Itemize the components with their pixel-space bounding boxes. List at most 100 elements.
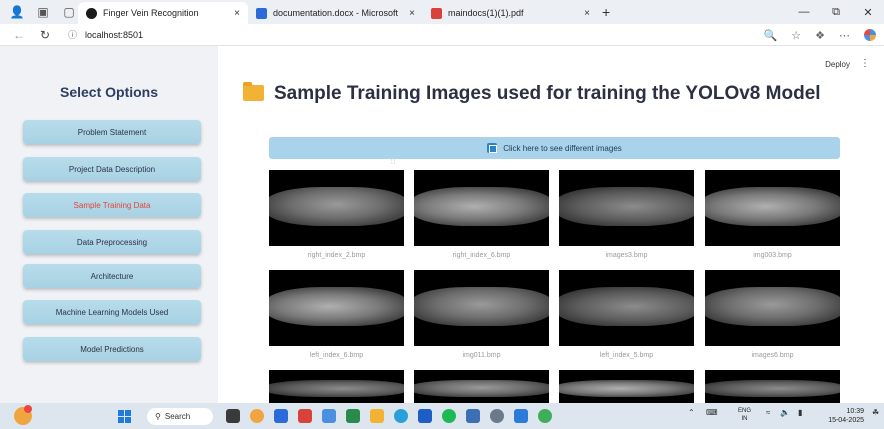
volume-icon[interactable]: 🔈 xyxy=(780,408,790,417)
image-caption: img011.bmp xyxy=(462,352,501,359)
sidebar-item-project-data-description[interactable]: Project Data Description xyxy=(23,157,201,181)
training-image xyxy=(705,270,840,346)
sidebar-item-model-predictions[interactable]: Model Predictions xyxy=(23,337,201,361)
deploy-button[interactable]: Deploy xyxy=(825,60,850,69)
page-title: Sample Training Images used for training… xyxy=(274,83,821,104)
training-image xyxy=(705,370,840,403)
finger-vein-image xyxy=(559,286,694,327)
sidebar-item-data-preprocessing[interactable]: Data Preprocessing xyxy=(23,230,201,254)
notification-badge xyxy=(24,405,32,413)
task-view-icon[interactable] xyxy=(226,409,240,423)
finger-vein-image xyxy=(269,286,404,327)
finger-vein-image xyxy=(414,379,549,398)
image-icon xyxy=(487,143,498,153)
tab-actions-icon[interactable]: ▢ xyxy=(60,3,78,21)
new-tab-button[interactable]: + xyxy=(602,4,610,20)
url-field[interactable]: ⓘ localhost:8501 xyxy=(64,26,764,43)
app-icon[interactable] xyxy=(346,409,360,423)
file-explorer-icon[interactable] xyxy=(370,409,384,423)
see-images-expander[interactable]: Click here to see different images xyxy=(269,137,840,159)
image-caption: left_index_6.bmp xyxy=(309,352,364,359)
finger-vein-image xyxy=(269,379,404,398)
workspaces-icon[interactable]: ▣ xyxy=(34,3,52,21)
sidebar-title: Select Options xyxy=(59,84,159,100)
page-title-block: Sample Training Images used for training… xyxy=(243,82,843,106)
close-tab-icon[interactable]: × xyxy=(409,8,415,19)
app-icon[interactable] xyxy=(298,409,312,423)
close-window-button[interactable]: ✕ xyxy=(852,6,884,19)
profile-icon[interactable]: 👤 xyxy=(8,3,26,21)
dropbox-icon[interactable] xyxy=(418,409,432,423)
main-content: Deploy ⋮ Sample Training Images used for… xyxy=(218,46,884,403)
keyboard-icon[interactable]: ⌨ xyxy=(706,408,718,417)
search-label: Search xyxy=(164,412,191,421)
clock-time: 10:39 xyxy=(846,408,864,415)
notifications-icon[interactable]: ☘ xyxy=(872,408,879,417)
sidebar-item-ml-models-used[interactable]: Machine Learning Models Used xyxy=(23,300,201,324)
tab-title: Finger Vein Recognition xyxy=(103,8,199,18)
widgets-icon[interactable] xyxy=(250,409,264,423)
collections-icon[interactable]: ❖ xyxy=(815,29,825,42)
finger-vein-image xyxy=(559,379,694,398)
training-image xyxy=(705,170,840,246)
training-image xyxy=(269,270,404,346)
image-caption: left_index_5.bmp xyxy=(599,352,654,359)
minimize-button[interactable]: — xyxy=(788,6,820,18)
finger-vein-image xyxy=(559,186,694,227)
streamlit-favicon-icon xyxy=(86,7,97,19)
system-clock[interactable]: 10:39 15-04-2025 xyxy=(828,407,864,425)
wifi-icon[interactable]: ≈ xyxy=(766,408,770,417)
taskbar-search[interactable]: ⚲ Search xyxy=(147,408,213,425)
copilot-icon[interactable] xyxy=(864,29,876,41)
finger-vein-image xyxy=(414,286,549,327)
clock-date: 15-04-2025 xyxy=(828,417,864,424)
taskbar: ⚲ Search ⌃ ⌨ ENG IN ≈ 🔈 ▮ 10:39 15-04-20… xyxy=(0,403,884,429)
windows-start-icon[interactable] xyxy=(118,410,131,423)
main-menu-icon[interactable]: ⋮ xyxy=(860,58,870,69)
finger-vein-image xyxy=(269,186,404,227)
training-image xyxy=(269,170,404,246)
tab-documentation[interactable]: documentation.docx - Microsoft × xyxy=(248,2,423,24)
tab-finger-vein[interactable]: Finger Vein Recognition × xyxy=(78,2,248,24)
finger-vein-image xyxy=(414,186,549,227)
language-indicator[interactable]: ENG IN xyxy=(738,407,751,423)
window-controls: — ⧉ ✕ xyxy=(788,0,884,24)
spotify-icon[interactable] xyxy=(442,409,456,423)
tab-maindocs-pdf[interactable]: maindocs(1)(1).pdf × xyxy=(423,2,598,24)
close-tab-icon[interactable]: × xyxy=(584,8,590,19)
refresh-icon[interactable]: ↻ xyxy=(38,28,52,42)
url-text: localhost:8501 xyxy=(85,29,144,40)
sidebar-item-problem-statement[interactable]: Problem Statement xyxy=(23,120,201,144)
training-image xyxy=(559,370,694,403)
browser-tools: 🔍 ☆ ❖ ⋯ xyxy=(764,24,876,46)
back-icon[interactable]: ← xyxy=(12,28,26,42)
app-icon[interactable] xyxy=(538,409,552,423)
training-image xyxy=(559,170,694,246)
app-icon[interactable] xyxy=(322,409,336,423)
app-icon[interactable] xyxy=(274,409,288,423)
more-icon[interactable]: ⋯ xyxy=(839,29,850,42)
zoom-icon[interactable]: 🔍 xyxy=(764,29,778,42)
vscode-icon[interactable] xyxy=(514,409,528,423)
settings-icon[interactable] xyxy=(490,409,504,423)
training-image xyxy=(269,370,404,403)
site-info-icon[interactable]: ⓘ xyxy=(68,28,77,41)
close-tab-icon[interactable]: × xyxy=(234,8,240,19)
search-icon: ⚲ xyxy=(155,412,161,421)
chevron-up-icon[interactable]: ⌃ xyxy=(688,408,695,417)
address-bar: ← ↻ ⓘ localhost:8501 🔍 ☆ ❖ ⋯ xyxy=(0,24,884,46)
drag-handle-icon[interactable]: ∷ xyxy=(391,158,395,166)
browser-tab-bar: 👤 ▣ ▢ Finger Vein Recognition × document… xyxy=(0,0,884,24)
pdf-favicon-icon xyxy=(431,7,442,19)
app-icon[interactable] xyxy=(466,409,480,423)
image-caption: images3.bmp xyxy=(605,252,648,259)
image-caption: right_index_2.bmp xyxy=(307,252,366,259)
restore-button[interactable]: ⧉ xyxy=(820,6,852,19)
sidebar-item-architecture[interactable]: Architecture xyxy=(23,264,201,288)
edge-icon[interactable] xyxy=(394,409,408,423)
favorite-star-icon[interactable]: ☆ xyxy=(791,29,801,42)
word-favicon-icon xyxy=(256,7,267,19)
tab-title: documentation.docx - Microsoft xyxy=(273,8,399,18)
battery-icon[interactable]: ▮ xyxy=(798,408,802,417)
sidebar-item-sample-training-data[interactable]: Sample Training Data xyxy=(23,193,201,217)
